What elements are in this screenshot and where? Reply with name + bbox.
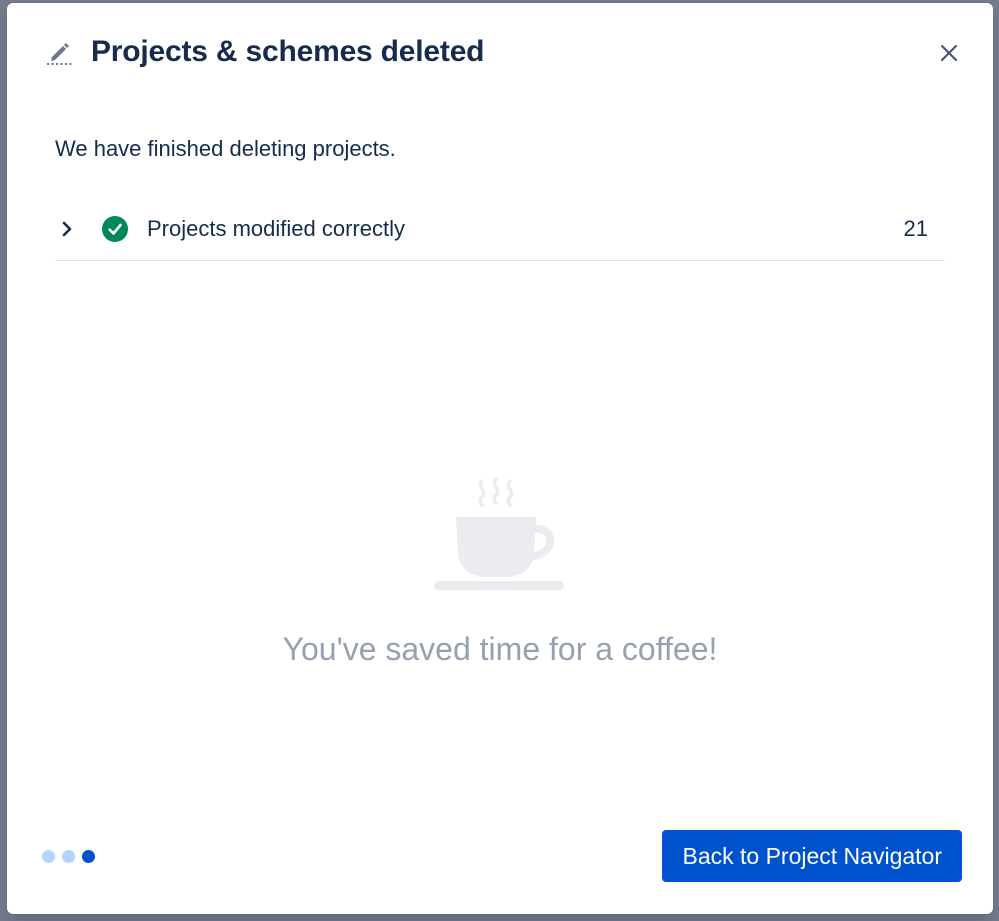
coffee-message: You've saved time for a coffee! [282, 631, 718, 667]
dialog-title: Projects & schemes deleted [91, 35, 485, 68]
edit-pen-icon [43, 36, 75, 68]
intro-text: We have finished deleting projects. [55, 136, 396, 161]
modal-dialog: Projects & schemes deleted We have finis… [7, 3, 993, 914]
progress-dot-active [82, 850, 95, 863]
back-to-project-navigator-button[interactable]: Back to Project Navigator [662, 830, 962, 882]
result-label: Projects modified correctly [147, 215, 405, 241]
chevron-right-icon[interactable] [61, 215, 97, 243]
success-check-icon [102, 215, 128, 242]
progress-indicator [42, 850, 102, 863]
close-button[interactable] [935, 39, 963, 67]
close-icon [941, 45, 957, 61]
empty-state: You've saved time for a coffee! [7, 473, 993, 668]
result-count: 21 [903, 215, 928, 241]
result-row[interactable]: Projects modified correctly 21 [55, 203, 945, 261]
progress-dot [62, 850, 75, 863]
progress-dot [42, 850, 55, 863]
dialog-header: Projects & schemes deleted [43, 35, 485, 69]
coffee-cup-icon [434, 477, 564, 590]
